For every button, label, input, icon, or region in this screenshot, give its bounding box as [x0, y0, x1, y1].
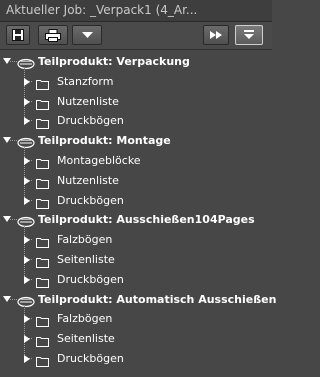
collapsed-triangle-icon[interactable]	[24, 157, 30, 165]
floppy-disk-icon	[12, 29, 24, 41]
collapsed-triangle-icon[interactable]	[24, 335, 30, 344]
tree-group-row[interactable]: Teilprodukt: Montage	[0, 131, 272, 151]
save-button[interactable]	[6, 25, 30, 45]
tree-item-label: Druckbögen	[57, 272, 124, 286]
tree-item-row[interactable]: Seitenliste	[0, 329, 272, 349]
collapsed-triangle-icon[interactable]	[24, 77, 30, 86]
triangle-down-icon	[81, 31, 93, 38]
collapsed-triangle-icon[interactable]	[24, 117, 30, 126]
tree-connector	[10, 298, 17, 300]
tree-group-label: Teilprodukt: Ausschießen104Pages	[38, 213, 255, 227]
tree-item-row[interactable]: Falzbögen	[0, 230, 272, 250]
tree-item-row[interactable]: Stanzform	[0, 72, 272, 92]
tree-item-label: Seitenliste	[57, 332, 115, 346]
collapse-down-icon	[244, 30, 254, 39]
tree-item-row[interactable]: Druckbögen	[0, 270, 272, 290]
tree-item-label: Falzbögen	[57, 312, 113, 326]
fast-forward-button[interactable]	[203, 25, 229, 45]
tree-item-row[interactable]: Nutzenliste	[0, 171, 272, 191]
tree-item-row[interactable]: Nutzenliste	[0, 92, 272, 112]
folder-icon	[36, 352, 49, 371]
tree-item-row[interactable]: Druckbögen	[0, 349, 272, 369]
tree-item-label: Falzbögen	[57, 233, 113, 247]
printer-icon	[45, 28, 61, 42]
tree-item-label: Montageblöcke	[57, 154, 141, 167]
tree-item-label: Druckbögen	[57, 193, 124, 207]
tree-item-label: Stanzform	[57, 74, 114, 88]
tree-item-label: Nutzenliste	[57, 173, 119, 187]
tree-group-row[interactable]: Teilprodukt: Ausschießen104Pages	[0, 210, 272, 230]
collapsed-triangle-icon[interactable]	[24, 315, 30, 324]
tree-group-label: Teilprodukt: Montage	[38, 134, 171, 148]
collapsed-triangle-icon[interactable]	[24, 256, 30, 264]
tree-item-label: Seitenliste	[57, 253, 115, 266]
dropdown-button[interactable]	[72, 25, 102, 45]
title-bar: Aktueller Job: _Verpack1 (4_Ar...	[0, 0, 272, 22]
panel-title: Aktueller Job: _Verpack1 (4_Ar...	[6, 3, 198, 17]
collapsed-triangle-icon[interactable]	[24, 97, 30, 106]
tree-item-row[interactable]: Montageblöcke	[0, 151, 272, 171]
toolbar	[0, 22, 272, 50]
tree-group-label: Teilprodukt: Automatisch Ausschießen	[38, 292, 277, 306]
tree-item-label: Druckbögen	[57, 352, 124, 365]
collapse-all-button[interactable]	[235, 25, 263, 45]
collapsed-triangle-icon[interactable]	[24, 275, 30, 284]
tree-connector	[10, 219, 17, 221]
tree-item-row[interactable]: Druckbögen	[0, 111, 272, 131]
collapsed-triangle-icon[interactable]	[24, 355, 30, 363]
fast-forward-icon	[210, 31, 222, 39]
collapsed-triangle-icon[interactable]	[24, 176, 30, 185]
tree-item-row[interactable]: Falzbögen	[0, 309, 272, 329]
print-button[interactable]	[38, 25, 68, 45]
collapsed-triangle-icon[interactable]	[24, 236, 30, 245]
tree-group-row[interactable]: Teilprodukt: Automatisch Ausschießen	[0, 290, 276, 310]
tree-group-row[interactable]: Teilprodukt: Verpackung	[0, 52, 272, 72]
tree-item-label: Druckbögen	[57, 114, 124, 128]
tree-connector	[10, 61, 17, 62]
tree-item-row[interactable]: Druckbögen	[0, 191, 272, 211]
job-panel: Aktueller Job: _Verpack1 (4_Ar... Teilpr…	[0, 0, 276, 377]
tree-item-row[interactable]: Seitenliste	[0, 250, 272, 270]
collapsed-triangle-icon[interactable]	[24, 196, 30, 205]
tree-item-label: Nutzenliste	[57, 94, 119, 108]
tree-group-label: Teilprodukt: Verpackung	[38, 55, 190, 68]
tree-connector	[10, 140, 17, 142]
